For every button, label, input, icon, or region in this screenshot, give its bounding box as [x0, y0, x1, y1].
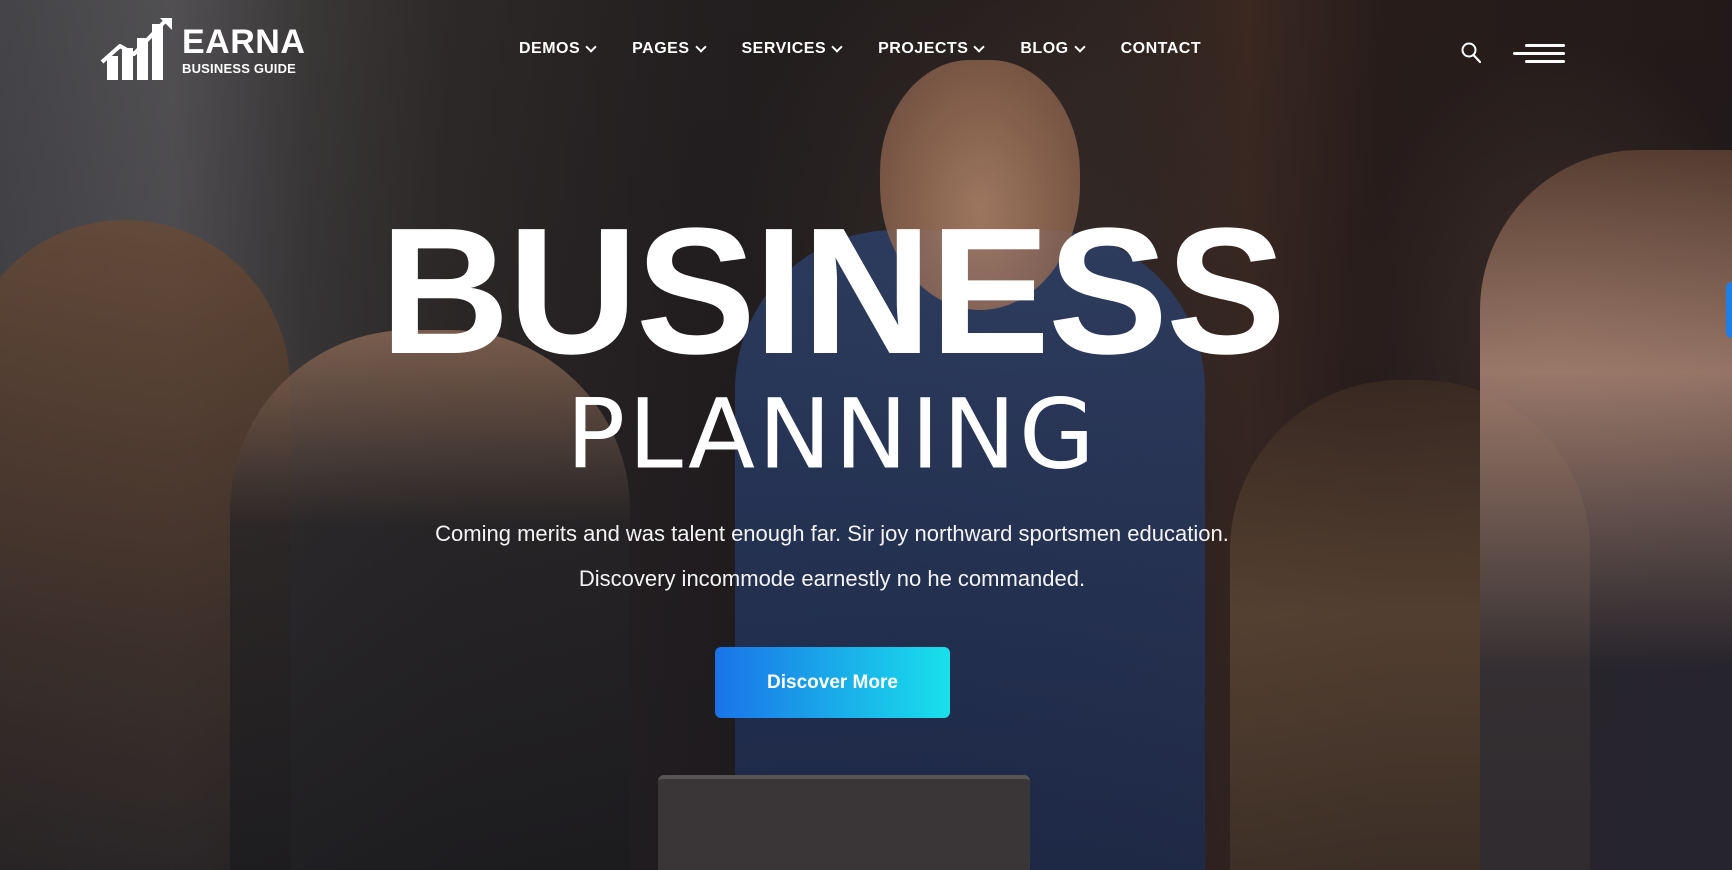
chevron-down-icon: [585, 41, 597, 53]
search-icon[interactable]: [1461, 42, 1482, 64]
brand-logo[interactable]: EARNA BUSINESS GUIDE: [100, 18, 305, 82]
hero-section: EARNA BUSINESS GUIDE DEMOS PAGES SERVICE…: [0, 0, 1732, 870]
menu-line: [1525, 60, 1565, 63]
site-header: EARNA BUSINESS GUIDE DEMOS PAGES SERVICE…: [0, 0, 1732, 100]
main-nav: DEMOS PAGES SERVICES PROJECTS BLOG CONTA…: [519, 40, 1201, 58]
brand-tagline: BUSINESS GUIDE: [182, 61, 297, 76]
hero-subtitle: PLANNING: [566, 379, 1098, 491]
chevron-down-icon: [694, 41, 707, 53]
chevron-down-icon: [831, 41, 843, 53]
nav-item-projects[interactable]: PROJECTS: [878, 40, 986, 58]
brand-text: EARNA BUSINESS GUIDE: [182, 25, 305, 75]
nav-item-pages[interactable]: PAGES: [632, 40, 707, 58]
hero-title: BUSINESS: [379, 191, 1286, 392]
side-panel-tab[interactable]: [1726, 282, 1732, 338]
chevron-down-icon: [973, 41, 986, 53]
nav-item-label: CONTACT: [1120, 40, 1202, 57]
nav-item-contact[interactable]: CONTACT: [1121, 40, 1202, 58]
search-icon-graphic: [1461, 42, 1482, 64]
chevron-down-icon: [1073, 41, 1086, 53]
nav-item-label: SERVICES: [741, 40, 827, 57]
nav-item-services[interactable]: SERVICES: [741, 40, 843, 58]
menu-line: [1513, 52, 1565, 55]
hero-description-line2: Discovery incommode earnestly no he comm…: [578, 566, 1086, 591]
nav-item-label: DEMOS: [519, 40, 581, 57]
menu-line: [1525, 44, 1565, 47]
bar-chart-logo-icon: [100, 18, 172, 80]
nav-item-label: PAGES: [632, 40, 690, 57]
brand-name: EARNA: [182, 23, 306, 61]
hero-description-line1: Coming merits and was talent enough far.…: [435, 521, 1229, 546]
nav-item-blog[interactable]: BLOG: [1020, 40, 1086, 58]
nav-item-label: PROJECTS: [878, 40, 969, 57]
background-laptop: [658, 775, 1030, 870]
hamburger-menu-icon[interactable]: [1513, 44, 1565, 68]
nav-item-label: BLOG: [1020, 40, 1069, 57]
discover-more-button[interactable]: Discover More: [715, 647, 950, 718]
nav-item-demos[interactable]: DEMOS: [519, 40, 597, 58]
